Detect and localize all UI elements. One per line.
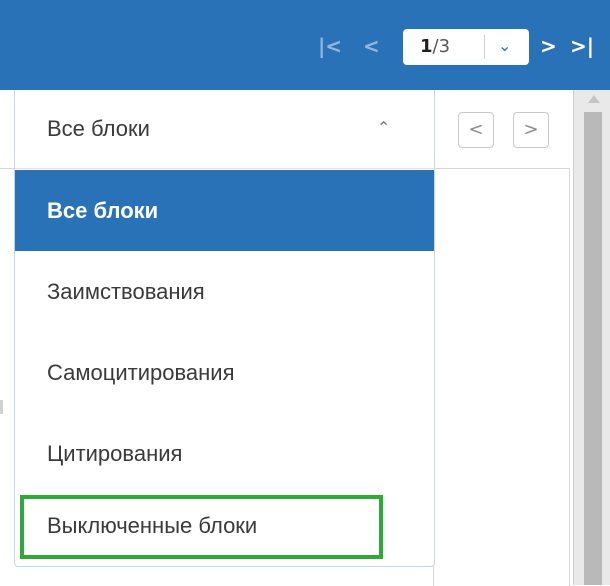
blocks-filter-select[interactable]: Все блоки ⌃ [15,90,434,169]
prev-page-icon[interactable]: < [363,36,380,56]
top-toolbar: |< < 1/3 ⌄ > >| [0,0,610,90]
blocks-filter-selected-value: Все блоки [47,116,150,141]
page-current: 1 [420,36,433,57]
block-next-button[interactable]: > [513,112,549,148]
option-label: Заимствования [47,279,205,304]
option-disabled-blocks[interactable]: Выключенные блоки [15,494,434,575]
blocks-filter-options: Все блоки Заимствования Самоцитирования … [15,170,434,575]
option-label: Все блоки [47,198,159,223]
chevron-down-icon[interactable]: ⌄ [498,36,511,55]
page-selector-divider [484,35,485,59]
scroll-up-icon[interactable] [588,95,600,103]
first-page-icon[interactable]: |< [318,36,342,56]
option-label: Выключенные блоки [47,513,258,538]
chevron-up-icon[interactable]: ⌃ [377,118,390,137]
blocks-filter-dropdown: Все блоки ⌃ Все блоки Заимствования Само… [14,90,435,567]
option-citations[interactable]: Цитирования [15,413,434,494]
last-page-icon[interactable]: >| [570,36,594,56]
content-edge-mark [0,400,3,414]
content-panel [433,168,570,586]
page-indicator: 1/3 [420,38,450,56]
page-total: /3 [432,36,451,57]
option-self-citations[interactable]: Самоцитирования [15,332,434,413]
scrollbar-border [573,90,574,585]
option-all-blocks[interactable]: Все блоки [15,170,434,251]
option-label: Цитирования [47,441,183,466]
next-page-icon[interactable]: > [540,36,557,56]
option-borrowings[interactable]: Заимствования [15,251,434,332]
scrollbar-thumb[interactable] [584,112,602,585]
page-selector[interactable]: 1/3 ⌄ [403,29,529,65]
option-label: Самоцитирования [47,360,235,385]
block-prev-button[interactable]: < [458,112,494,148]
